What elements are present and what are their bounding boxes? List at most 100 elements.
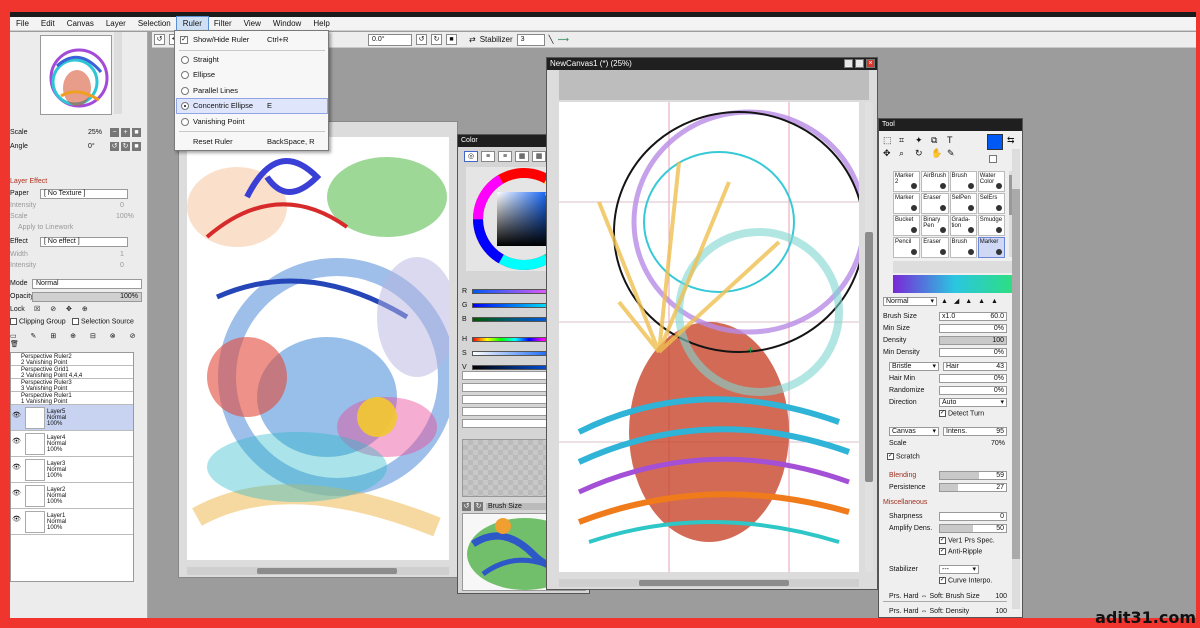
brush-tool-cell[interactable]: SelPen [949,193,977,214]
brush-tool-cell[interactable]: Brush [949,237,977,258]
undo-swatch-icon[interactable]: ↺ [462,501,471,511]
detect-turn-checkbox[interactable]: ✓ Detect Turn [939,410,1022,420]
texture-intensity-slider[interactable]: Intens. 95 [943,427,1007,436]
brush-tool-cell[interactable]: Smudge [977,215,1005,236]
layer-row[interactable]: Perspective Ruler3 3 Vanishing Point [11,379,133,392]
persistence-slider[interactable]: 27 [939,483,1007,492]
eye-icon[interactable]: 👁 [12,490,21,497]
direction-select[interactable]: Auto ▾ [939,398,1007,407]
brush-tool-cell[interactable]: Binary Pen [921,215,949,236]
maximize-icon[interactable]: □ [855,59,864,68]
angle-field[interactable]: 0.0° [368,33,412,46]
layer-row[interactable]: 👁 Layer3 Normal 100% [11,457,133,483]
eye-icon[interactable]: 👁 [12,516,21,523]
menu-help[interactable]: Help [307,17,335,31]
ruler-straight-item[interactable]: Straight [177,53,327,67]
reset-rotation-icon[interactable]: ■ [446,34,457,45]
min-size-slider[interactable]: 0% [939,324,1007,333]
min-density-slider[interactable]: 0% [939,348,1007,357]
stabilizer-select[interactable]: --- ▾ [939,565,979,574]
hsv-slider-tab[interactable]: ≡ [498,151,512,162]
rotate-tool-icon[interactable]: ↻ [915,148,929,159]
canvas1-hscroll-thumb[interactable] [257,568,397,574]
sharpness-slider[interactable]: 0 [939,512,1007,521]
brush-tool-cell[interactable]: Grada-tion [949,215,977,236]
navigator-thumbnail[interactable] [40,35,112,115]
curve-tool-icon[interactable]: ⟿ [557,35,568,44]
hair-min-slider[interactable]: 0% [939,374,1007,383]
effect-select[interactable]: [ No effect ] [40,237,128,247]
magic-wand-icon[interactable]: ✦ [915,135,929,146]
blending-slider[interactable]: 59 [939,471,1007,480]
eyedropper-icon[interactable]: ✎ [947,148,961,159]
ruler-concentric-ellipse-item[interactable]: Concentric Ellipse E [176,98,328,114]
brush-tool-cell[interactable]: Pencil [893,237,921,258]
brush-tool-cell[interactable]: Marker [893,193,921,214]
pressure-density-row[interactable]: Prs. Hard ⇔ Soft: Density 100 [883,607,1007,617]
layer-row[interactable]: 👁 Layer4 Normal 100% [11,431,133,457]
rotate-reset-icon[interactable]: ■ [132,142,141,151]
clipping-group-checkbox[interactable]: Clipping Group [10,318,66,325]
reset-ruler-item[interactable]: Reset Ruler BackSpace, R [177,135,327,149]
hand-tool-icon[interactable]: ✋ [931,148,945,159]
rotate-left-icon[interactable]: ↺ [110,142,119,151]
select-pen-icon[interactable]: ⧉ [931,135,945,146]
rotate-cw-icon[interactable]: ↻ [431,34,442,45]
rotate-left-icon[interactable]: ↺ [154,34,165,45]
lock-icons[interactable]: ☒ ⊘ ✥ ⊕ [34,305,92,313]
transparent-color-swatch[interactable] [989,155,997,163]
rgb-slider-tab[interactable]: ≡ [481,151,495,162]
layer-row[interactable]: 👁 Layer5 Normal 100% [11,405,133,431]
amplify-slider[interactable]: 50 [939,524,1007,533]
blend-mode-select[interactable]: Normal [32,279,142,289]
layer-row[interactable]: Perspective Ruler2 2 Vanishing Point [11,353,133,366]
menu-filter[interactable]: Filter [208,17,238,31]
swap-colors-icon[interactable]: ⇆ [1007,135,1015,146]
menu-view[interactable]: View [238,17,267,31]
menu-window[interactable]: Window [267,17,307,31]
brush-shape-icons[interactable]: ▲ ◢ ▲ ▲ ▲ [941,297,1000,305]
navigator-scrollbar[interactable] [114,32,122,114]
hair-slider[interactable]: Hair 43 [943,362,1007,371]
density-slider[interactable]: 100 [939,336,1007,345]
brush-tool-cell[interactable]: Water Color [977,171,1005,192]
text-tool-icon[interactable]: T [947,135,961,146]
layer-row[interactable]: Perspective Grid1 2 Vanishing Point 4,4,4 [11,366,133,379]
canvas2-hscroll-thumb[interactable] [639,580,789,586]
zoom-reset-icon[interactable]: ■ [132,128,141,137]
brush-tool-cell[interactable]: AirBrush [921,171,949,192]
canvas-paper-1[interactable] [187,137,449,560]
scratch-checkbox[interactable]: ✓ Scratch [887,453,1011,463]
ruler-ellipse-item[interactable]: Ellipse [177,68,327,82]
layer-row[interactable]: 👁 Layer2 Normal 100% [11,483,133,509]
brush-tool-cell[interactable]: SelErs [977,193,1005,214]
rotate-ccw-icon[interactable]: ↺ [416,34,427,45]
zoom-in-icon[interactable]: + [121,128,130,137]
brush-tool-cell[interactable]: Eraser [921,193,949,214]
pressure-size-row[interactable]: Prs. Hard ⇔ Soft: Brush Size 100 [883,592,1007,602]
apply-linework-row[interactable]: Apply to Linework [10,223,147,234]
redo-swatch-icon[interactable]: ↻ [474,501,483,511]
texture-select[interactable]: Canvas ▾ [889,427,939,436]
close-icon[interactable]: × [866,59,875,68]
brush-tool-cell[interactable]: Bucket [893,215,921,236]
menu-edit[interactable]: Edit [35,17,61,31]
rotate-right-icon[interactable]: ↻ [121,142,130,151]
canvas2-hscrollbar[interactable] [559,579,859,587]
selection-source-checkbox[interactable]: Selection Source [72,318,134,325]
brush-tool-cell[interactable]: Marker 2 [893,171,921,192]
anti-ripple-checkbox[interactable]: ✓ Anti-Ripple [939,548,1022,558]
menu-layer[interactable]: Layer [100,17,132,31]
minimize-icon[interactable]: _ [844,59,853,68]
eye-icon[interactable]: 👁 [12,412,21,419]
lasso-icon[interactable]: ⌗ [899,135,913,146]
rect-select-icon[interactable]: ⬚ [883,135,897,146]
menu-file[interactable]: File [10,17,35,31]
tool-panel-scrollbar[interactable] [1012,149,1020,609]
layer-row[interactable]: 👁 Layer1 Normal 100% [11,509,133,535]
brush-shape-select[interactable]: Bristle ▾ [889,362,939,371]
eye-icon[interactable]: 👁 [12,464,21,471]
brush-tool-cell[interactable]: Brush [949,171,977,192]
paper-select[interactable]: [ No Texture ] [40,189,128,199]
brush-size-slider[interactable]: x1.0 60.0 [939,312,1007,321]
